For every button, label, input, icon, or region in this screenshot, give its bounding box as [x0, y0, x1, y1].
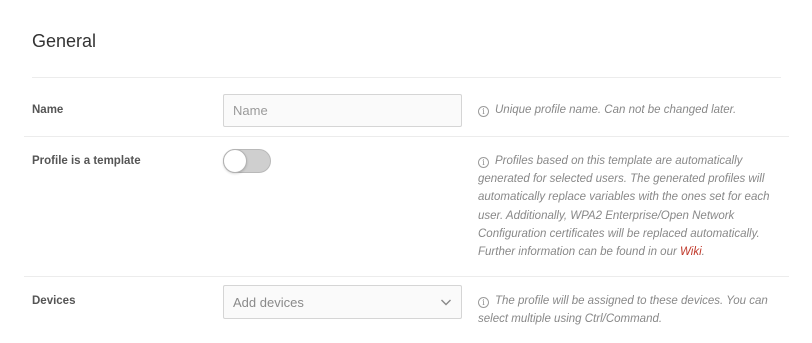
- section-title: General: [32, 31, 97, 51]
- template-toggle[interactable]: [223, 149, 271, 173]
- divider: [24, 136, 789, 137]
- template-help-suffix: .: [701, 246, 705, 259]
- info-icon: i: [478, 106, 489, 117]
- template-help-text: Profiles based on this template are auto…: [478, 155, 770, 259]
- name-label: Name: [32, 104, 64, 116]
- name-help-text: Unique profile name. Can not be changed …: [495, 104, 737, 116]
- divider: [32, 77, 781, 78]
- devices-placeholder: Add devices: [233, 295, 304, 310]
- divider: [24, 276, 789, 277]
- name-help: i Unique profile name. Can not be changed…: [478, 101, 783, 119]
- chevron-down-icon: [441, 299, 451, 306]
- info-icon: i: [478, 157, 489, 168]
- template-help: i Profiles based on this template are aut…: [478, 152, 783, 261]
- devices-help-text: The profile will be assigned to these de…: [478, 295, 768, 326]
- toggle-knob: [223, 149, 247, 173]
- info-icon: i: [478, 297, 489, 308]
- devices-label: Devices: [32, 295, 76, 307]
- devices-select[interactable]: Add devices: [223, 285, 462, 319]
- name-input[interactable]: [223, 94, 462, 127]
- template-label: Profile is a template: [32, 155, 141, 167]
- wiki-link[interactable]: Wiki: [680, 246, 702, 258]
- devices-help: i The profile will be assigned to these d…: [478, 292, 783, 328]
